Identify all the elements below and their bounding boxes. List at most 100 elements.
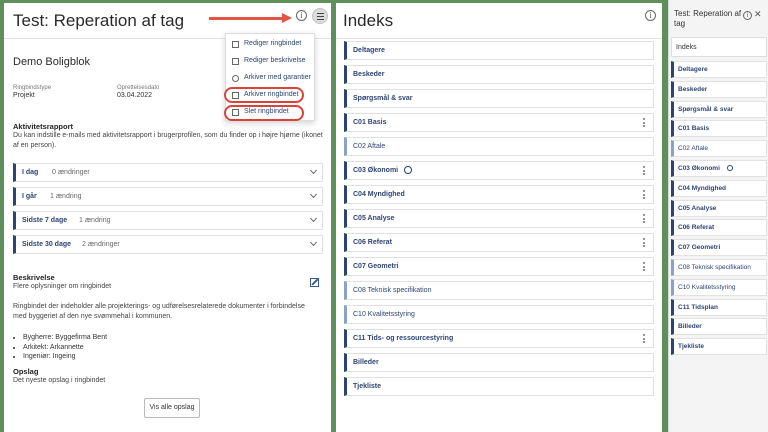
annotation-arrow-head xyxy=(282,13,292,23)
activity-row-label: Sidste 7 dage xyxy=(22,217,68,224)
sidebar-index-item[interactable]: Tjekliste xyxy=(671,338,767,356)
index-item[interactable]: C01 Basis xyxy=(344,113,654,132)
sidebar-index-item-label: Beskeder xyxy=(678,85,708,93)
index-item[interactable]: C08 Teknisk specifikation xyxy=(344,281,654,300)
index-title: Indeks xyxy=(343,11,394,30)
meta-value-date: 03.04.2022 xyxy=(117,92,153,99)
sidebar-index-item-label: C10 Kvalitetsstyring xyxy=(678,283,736,291)
menu-item-edit-binder[interactable]: Rediger ringbindet xyxy=(226,36,316,53)
sidebar-index-item[interactable]: C04 Myndighed xyxy=(671,179,767,197)
menu-button[interactable] xyxy=(312,8,328,24)
index-item[interactable]: Beskeder xyxy=(344,65,654,84)
sidebar-index-item-label: Spørgsmål & svar xyxy=(678,105,734,113)
activity-row-30-days[interactable]: Sidste 30 dage 2 ændringer xyxy=(13,235,323,254)
activity-row-today[interactable]: I dag 0 ændringer xyxy=(13,163,323,182)
index-item-label: Deltagere xyxy=(353,47,385,54)
kebab-menu-icon[interactable] xyxy=(643,334,645,343)
sidebar-index-item[interactable]: C11 Tidsplan xyxy=(671,298,767,316)
index-item-label: C04 Myndighed xyxy=(353,191,405,198)
index-item-label: C08 Teknisk specifikation xyxy=(353,287,432,294)
tab-label: Indeks xyxy=(676,44,697,51)
index-item[interactable]: Billeder xyxy=(344,353,654,372)
activity-row-count: 0 ændringer xyxy=(52,169,90,176)
index-item-label: C06 Referat xyxy=(353,239,392,246)
binder-icon xyxy=(232,41,239,48)
sidebar-index-item-label: C11 Tidsplan xyxy=(678,303,718,311)
show-all-posts-button[interactable]: Vis alle opslag xyxy=(144,398,200,418)
sidebar-index-item-label: Tjekliste xyxy=(678,343,705,351)
index-item-label: C10 Kvalitetsstyring xyxy=(353,311,415,318)
bullet-item: Ingeniør: Ingeing xyxy=(23,352,107,362)
kebab-menu-icon[interactable] xyxy=(643,262,645,271)
sidebar-index-item[interactable]: C02 Aftale xyxy=(671,140,767,158)
bullet-item: Bygherre: Byggefirma Bent xyxy=(23,333,107,343)
index-header: Indeks i xyxy=(336,3,662,39)
index-item-label: C11 Tids- og ressourcestyring xyxy=(353,335,454,342)
sidebar-index-item-label: C08 Teknisk specifikation xyxy=(678,264,751,271)
menu-item-edit-description[interactable]: Rediger beskrivelse xyxy=(226,53,316,70)
sidebar-index-item[interactable]: Deltagere xyxy=(671,61,767,78)
verified-icon xyxy=(727,165,733,171)
sidebar-index-item[interactable]: Billeder xyxy=(671,318,767,336)
index-item[interactable]: C11 Tids- og ressourcestyring xyxy=(344,329,654,348)
index-item[interactable]: C03 Økonomi xyxy=(344,161,654,180)
bullet-item: Arkitekt: Arkannette xyxy=(23,343,107,353)
index-item-label: Billeder xyxy=(353,359,379,366)
sidebar-index-item-label: C07 Geometri xyxy=(678,244,721,252)
verified-icon xyxy=(404,166,412,174)
pencil-icon xyxy=(232,58,239,65)
sidebar-index-item[interactable]: C05 Analyse xyxy=(671,199,767,217)
close-icon[interactable]: ✕ xyxy=(754,10,762,20)
chevron-down-icon xyxy=(309,166,318,175)
kebab-menu-icon[interactable] xyxy=(643,190,645,199)
index-item[interactable]: Tjekliste xyxy=(344,377,654,396)
activity-row-count: 1 ændring xyxy=(50,193,82,200)
index-item-label: C02 Aftale xyxy=(353,143,386,150)
kebab-menu-icon[interactable] xyxy=(643,166,645,175)
hamburger-icon xyxy=(317,13,324,14)
activity-row-count: 1 ændring xyxy=(79,217,111,224)
sidebar-index-item-label: C03 Økonomi xyxy=(678,165,720,172)
index-item[interactable]: Spørgsmål & svar xyxy=(344,89,654,108)
index-item-label: C01 Basis xyxy=(353,119,387,126)
index-item-label: Beskeder xyxy=(353,71,385,78)
sidebar-index-item-label: C05 Analyse xyxy=(678,204,717,212)
info-icon[interactable]: i xyxy=(743,11,752,20)
sidebar-index-item[interactable]: C10 Kvalitetsstyring xyxy=(671,278,767,296)
sidebar-index-item[interactable]: C08 Teknisk specifikation xyxy=(671,259,767,276)
index-item[interactable]: C06 Referat xyxy=(344,233,654,252)
index-item[interactable]: C04 Myndighed xyxy=(344,185,654,204)
index-item[interactable]: C05 Analyse xyxy=(344,209,654,228)
activity-text: Du kan indstille e-mails med aktivitetsr… xyxy=(13,132,323,149)
sidebar-index-item[interactable]: C03 Økonomi xyxy=(671,160,767,177)
sidebar-index-item-label: C06 Referat xyxy=(678,224,715,232)
tab-index[interactable]: Indeks xyxy=(671,37,767,57)
index-item[interactable]: Deltagere xyxy=(344,41,654,60)
kebab-menu-icon[interactable] xyxy=(643,214,645,223)
description-heading: Beskrivelse xyxy=(13,273,55,282)
binder-name: Demo Boligblok xyxy=(13,56,91,68)
sidebar-index-item[interactable]: C01 Basis xyxy=(671,120,767,138)
meta-value-type: Projekt xyxy=(13,92,35,99)
index-item-label: Spørgsmål & svar xyxy=(353,95,413,102)
description-text: Ringbindet der indeholder alle projekter… xyxy=(13,303,305,320)
ringbind-overview-panel: Test: Reperation af tag i Demo Boligblok… xyxy=(4,3,331,432)
info-icon[interactable]: i xyxy=(645,10,656,21)
index-item[interactable]: C02 Aftale xyxy=(344,137,654,156)
activity-row-label: I går xyxy=(22,193,37,200)
sidebar-index-item[interactable]: C07 Geometri xyxy=(671,239,767,257)
activity-row-yesterday[interactable]: I går 1 ændring xyxy=(13,187,323,206)
sidebar-index-item[interactable]: C06 Referat xyxy=(671,219,767,237)
kebab-menu-icon[interactable] xyxy=(643,238,645,247)
index-item[interactable]: C10 Kvalitetsstyring xyxy=(344,305,654,324)
info-icon[interactable]: i xyxy=(296,10,307,21)
sidebar-index-item[interactable]: Spørgsmål & svar xyxy=(671,100,767,118)
activity-row-7-days[interactable]: Sidste 7 dage 1 ændring xyxy=(13,211,323,230)
index-item-label: C07 Geometri xyxy=(353,263,399,270)
kebab-menu-icon[interactable] xyxy=(643,118,645,127)
index-item[interactable]: C07 Geometri xyxy=(344,257,654,276)
menu-item-archive-warranty[interactable]: Arkiver med garantier xyxy=(226,70,316,87)
sidebar-index-item[interactable]: Beskeder xyxy=(671,80,767,98)
edit-icon[interactable] xyxy=(310,278,319,287)
chevron-down-icon xyxy=(309,190,318,199)
